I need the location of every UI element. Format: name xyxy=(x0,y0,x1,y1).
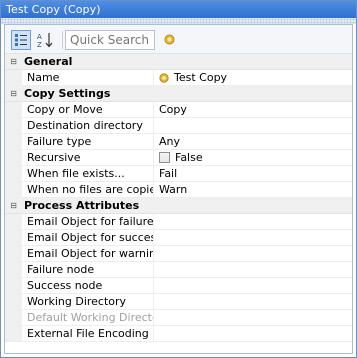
property-row-when-no-files-copied[interactable]: When no files are copied: Warn xyxy=(5,182,352,198)
property-row-success-node[interactable]: Success node xyxy=(5,278,352,294)
property-label: Copy or Move xyxy=(22,102,154,117)
property-row-copy-or-move[interactable]: Copy or Move Copy xyxy=(5,102,352,118)
property-value[interactable] xyxy=(154,230,352,245)
property-label: When no files are copied: xyxy=(22,182,154,197)
category-copy-settings[interactable]: ⊟ Copy Settings xyxy=(5,86,352,102)
property-label: Email Object for failure xyxy=(22,214,154,229)
property-label: Failure node xyxy=(22,262,154,277)
row-gutter xyxy=(5,182,22,197)
window-title: Test Copy (Copy) xyxy=(6,3,101,16)
row-gutter xyxy=(5,102,22,117)
toolbar-separator xyxy=(62,31,63,49)
property-label: Default Working Directory xyxy=(22,310,154,325)
row-gutter xyxy=(5,326,22,341)
categorized-icon xyxy=(15,34,27,46)
row-gutter xyxy=(5,294,22,309)
property-row-failure-type[interactable]: Failure type Any xyxy=(5,134,352,150)
property-label: When file exists... xyxy=(22,166,154,181)
property-window: Test Copy (Copy) A Z Quick Search ⊟ Gene… xyxy=(0,0,357,358)
property-value[interactable]: Copy xyxy=(154,102,352,117)
collapse-icon[interactable]: ⊟ xyxy=(5,198,22,213)
row-gutter xyxy=(5,134,22,149)
lightbulb-icon xyxy=(159,72,169,83)
property-row-email-warning[interactable]: Email Object for warning xyxy=(5,246,352,262)
property-label: Failure type xyxy=(22,134,154,149)
toolbar: A Z xyxy=(5,25,352,54)
property-value[interactable]: False xyxy=(154,150,352,165)
property-label: Name xyxy=(22,70,154,85)
svg-text:Z: Z xyxy=(37,41,42,48)
property-row-name[interactable]: Name Test Copy xyxy=(5,70,352,86)
alphabetical-view-button[interactable]: A Z xyxy=(35,30,55,50)
row-gutter xyxy=(5,262,22,277)
property-row-recursive[interactable]: Recursive False xyxy=(5,150,352,166)
row-gutter xyxy=(5,150,22,165)
property-value[interactable] xyxy=(154,278,352,293)
property-value-text: Test Copy xyxy=(174,71,228,84)
category-general[interactable]: ⊟ General xyxy=(5,54,352,70)
quick-search-input[interactable] xyxy=(65,30,155,50)
category-title: Copy Settings xyxy=(24,87,111,100)
category-title: Process Attributes xyxy=(24,199,140,212)
property-value[interactable]: Test Copy xyxy=(154,70,352,85)
property-value xyxy=(154,310,352,325)
property-grid: ⊟ General Name Test Copy ⊟ Copy Settings… xyxy=(5,54,352,342)
row-gutter xyxy=(5,278,22,293)
property-row-email-failure[interactable]: Email Object for failure xyxy=(5,214,352,230)
property-value[interactable] xyxy=(154,294,352,309)
row-gutter xyxy=(5,230,22,245)
property-label: External File Encoding xyxy=(22,326,154,341)
property-row-when-file-exists[interactable]: When file exists... Fail xyxy=(5,166,352,182)
property-value-text: False xyxy=(175,151,203,164)
category-title: General xyxy=(24,55,73,68)
property-label: Email Object for warning xyxy=(22,246,154,261)
svg-text:A: A xyxy=(37,33,42,41)
property-value[interactable] xyxy=(154,262,352,277)
property-row-destination-directory[interactable]: Destination directory xyxy=(5,118,352,134)
row-gutter xyxy=(5,214,22,229)
property-row-failure-node[interactable]: Failure node xyxy=(5,262,352,278)
property-value[interactable] xyxy=(154,118,352,133)
property-value[interactable]: Fail xyxy=(154,166,352,181)
property-value[interactable]: Warn xyxy=(154,182,352,197)
property-value[interactable] xyxy=(154,326,352,341)
property-label: Working Directory xyxy=(22,294,154,309)
property-grid-panel: A Z ⊟ General xyxy=(4,24,353,354)
title-bar[interactable]: Test Copy (Copy) xyxy=(1,1,356,18)
row-gutter xyxy=(5,166,22,181)
property-row-email-success[interactable]: Email Object for success xyxy=(5,230,352,246)
property-label: Email Object for success xyxy=(22,230,154,245)
property-row-external-file-encoding[interactable]: External File Encoding xyxy=(5,326,352,342)
sort-alphabetical-icon: A Z xyxy=(37,33,53,48)
lightbulb-icon[interactable] xyxy=(164,34,175,48)
row-gutter xyxy=(5,246,22,261)
property-label: Destination directory xyxy=(22,118,154,133)
row-gutter xyxy=(5,310,22,325)
property-value[interactable] xyxy=(154,214,352,229)
collapse-icon[interactable]: ⊟ xyxy=(5,86,22,101)
property-label: Recursive xyxy=(22,150,154,165)
property-value[interactable] xyxy=(154,246,352,261)
row-gutter xyxy=(5,70,22,85)
category-process-attributes[interactable]: ⊟ Process Attributes xyxy=(5,198,352,214)
property-label: Success node xyxy=(22,278,154,293)
property-row-default-working-directory: Default Working Directory xyxy=(5,310,352,326)
categorized-view-button[interactable] xyxy=(11,30,31,50)
row-gutter xyxy=(5,118,22,133)
recursive-checkbox[interactable] xyxy=(159,152,170,163)
collapse-icon[interactable]: ⊟ xyxy=(5,54,22,69)
property-value[interactable]: Any xyxy=(154,134,352,149)
property-row-working-directory[interactable]: Working Directory xyxy=(5,294,352,310)
